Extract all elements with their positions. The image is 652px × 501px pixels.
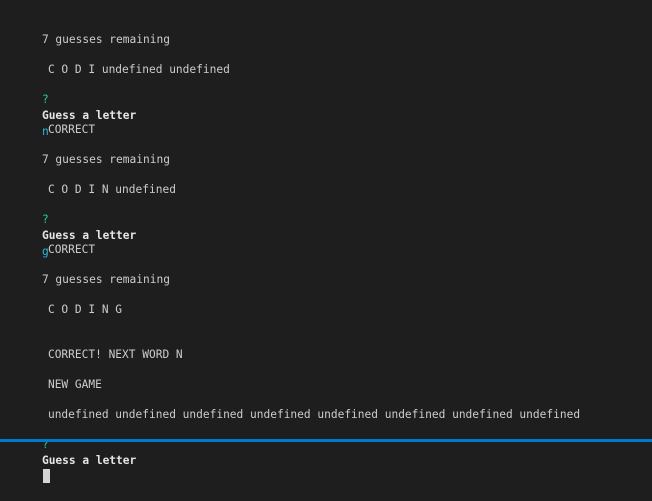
prompt-question-mark: ? <box>41 93 49 106</box>
result-text: CORRECT <box>47 123 96 136</box>
guesses-remaining-line: 7 guesses remaining <box>15 136 170 166</box>
word-progress-text: C O D I N undefined <box>47 183 176 196</box>
result-text: CORRECT <box>47 243 96 256</box>
word-progress-text: C O D I N G <box>47 303 123 316</box>
next-word-text: CORRECT! NEXT WORD N <box>47 348 183 361</box>
guesses-remaining-line: 7 guesses remaining <box>15 256 170 286</box>
guesses-remaining-line: 7 guesses remaining <box>15 16 170 46</box>
guesses-remaining-text: 7 guesses remaining <box>41 33 170 46</box>
guesses-remaining-text: 7 guesses remaining <box>41 273 170 286</box>
result-line: CORRECT <box>21 106 95 136</box>
result-line: CORRECT <box>21 226 95 256</box>
new-game-line: NEW GAME <box>21 361 102 391</box>
word-progress-text: C O D I undefined undefined <box>47 63 230 76</box>
prompt-question-mark: ? <box>41 213 49 226</box>
guess-prompt-line: ? Guess a letter n <box>15 76 136 138</box>
guess-prompt-line[interactable]: ? Guess a letter <box>15 421 136 483</box>
word-progress-text: undefined undefined undefined undefined … <box>47 408 581 421</box>
word-progress-line: undefined undefined undefined undefined … <box>21 391 580 421</box>
guesses-remaining-text: 7 guesses remaining <box>41 153 170 166</box>
next-word-line: CORRECT! NEXT WORD N <box>21 331 183 361</box>
block-cursor-icon[interactable] <box>42 469 50 483</box>
word-progress-line: C O D I undefined undefined <box>21 46 230 76</box>
new-game-text: NEW GAME <box>47 378 102 391</box>
word-progress-line: C O D I N G <box>21 286 122 316</box>
guess-prompt-line: ? Guess a letter g <box>15 196 136 258</box>
terminal-output[interactable]: 7 guesses remaining C O D I undefined un… <box>0 0 652 483</box>
guess-prompt-label: Guess a letter <box>41 454 137 467</box>
word-progress-line: C O D I N undefined <box>21 166 176 196</box>
